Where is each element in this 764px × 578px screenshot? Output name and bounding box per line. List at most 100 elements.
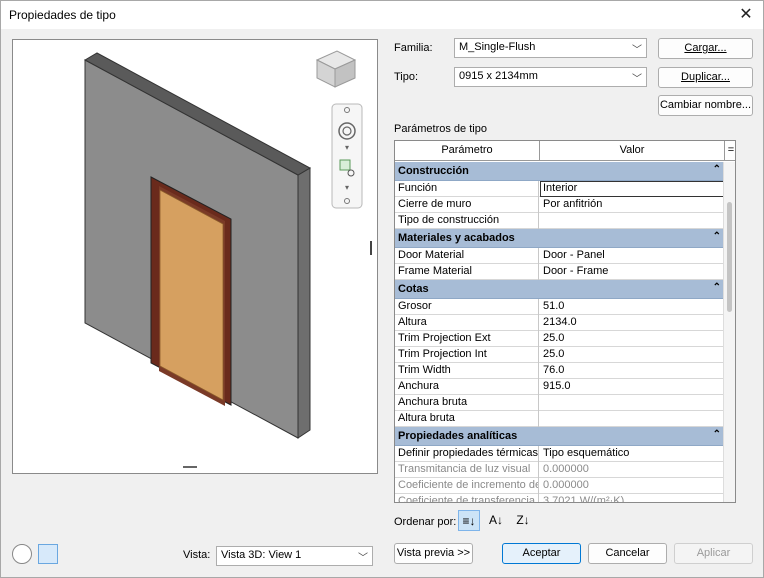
grid-row[interactable]: Anchura 915.0 bbox=[395, 379, 724, 395]
param-value-cell[interactable]: 3.7021 W/(m²·K) bbox=[540, 494, 724, 502]
param-name-cell: Grosor bbox=[395, 299, 539, 315]
type-parameters-label: Parámetros de tipo bbox=[394, 123, 487, 135]
sort-ascending-icon[interactable]: A↓ bbox=[485, 510, 507, 531]
param-value-cell[interactable]: 25.0 bbox=[540, 331, 724, 347]
param-name-cell: Door Material bbox=[395, 248, 539, 264]
param-value-cell[interactable] bbox=[540, 395, 724, 411]
param-name-cell: Trim Projection Int bbox=[395, 347, 539, 363]
group-name: Propiedades analíticas bbox=[398, 430, 518, 442]
param-name-cell: Coeficiente de incremento de bbox=[395, 478, 539, 494]
param-value-cell[interactable]: Interior bbox=[540, 181, 724, 197]
grid-scrollbar[interactable] bbox=[723, 162, 735, 502]
apply-button[interactable]: Aplicar bbox=[674, 543, 753, 564]
duplicate-button[interactable]: Duplicar... bbox=[658, 67, 753, 88]
3d-view-icon[interactable] bbox=[38, 544, 58, 564]
sort-label: Ordenar por: bbox=[394, 516, 457, 528]
grid-row[interactable]: Cierre de muro Por anfitrión bbox=[395, 197, 724, 213]
grid-row[interactable]: Altura bruta bbox=[395, 411, 724, 427]
param-name-cell: Coeficiente de transferencia d bbox=[395, 494, 539, 502]
type-dropdown[interactable]: 0915 x 2134mm ﹀ bbox=[454, 67, 647, 87]
param-name-cell: Cierre de muro bbox=[395, 197, 539, 213]
grid-row[interactable]: Altura 2134.0 bbox=[395, 315, 724, 331]
param-value-cell[interactable]: Tipo esquemático bbox=[540, 446, 724, 462]
close-icon[interactable]: ✕ bbox=[735, 4, 757, 26]
viewcube-icon[interactable] bbox=[315, 50, 357, 88]
param-name-cell: Anchura bruta bbox=[395, 395, 539, 411]
param-value-cell[interactable]: Door - Panel bbox=[540, 248, 724, 264]
title-bar: Propiedades de tipo ✕ bbox=[1, 1, 763, 29]
grid-row[interactable]: Coeficiente de transferencia d 3.7021 W/(… bbox=[395, 494, 724, 502]
param-value-cell[interactable]: 76.0 bbox=[540, 363, 724, 379]
load-button[interactable]: Cargar... bbox=[658, 38, 753, 59]
column-header-parameter[interactable]: Parámetro bbox=[395, 141, 540, 161]
grid-group-row[interactable]: Cotas ⌃ bbox=[395, 280, 724, 299]
grid-row[interactable]: Coeficiente de incremento de 0.000000 bbox=[395, 478, 724, 494]
param-value-cell[interactable]: 915.0 bbox=[540, 379, 724, 395]
grid-row[interactable]: Función Interior bbox=[395, 181, 724, 197]
param-value-cell[interactable]: 0.000000 bbox=[540, 462, 724, 478]
chevron-down-icon: ﹀ bbox=[632, 45, 642, 56]
type-properties-dialog: Propiedades de tipo ✕ ▾ ▾ Familia: M_Sin… bbox=[0, 0, 764, 578]
grid-row[interactable]: Trim Projection Int 25.0 bbox=[395, 347, 724, 363]
grid-row[interactable]: Frame Material Door - Frame bbox=[395, 264, 724, 280]
column-header-value[interactable]: Valor bbox=[540, 141, 725, 161]
collapse-icon[interactable]: ⌃ bbox=[713, 282, 721, 293]
sort-grouped-icon[interactable]: ≡↓ bbox=[458, 510, 480, 531]
grid-row[interactable]: Trim Width 76.0 bbox=[395, 363, 724, 379]
grid-row[interactable]: Transmitancia de luz visual 0.000000 bbox=[395, 462, 724, 478]
zoom-icon bbox=[339, 159, 351, 171]
splitter-handle[interactable] bbox=[370, 241, 372, 255]
family-value: M_Single-Flush bbox=[459, 41, 536, 53]
scrollbar-thumb[interactable] bbox=[727, 202, 732, 312]
door-preview-graphic: ▾ ▾ bbox=[83, 50, 363, 468]
steering-wheel-icon[interactable] bbox=[12, 544, 32, 564]
preview-button[interactable]: Vista previa >> bbox=[394, 543, 473, 564]
param-value-cell[interactable]: 2134.0 bbox=[540, 315, 724, 331]
param-name-cell: Trim Projection Ext bbox=[395, 331, 539, 347]
type-parameters-grid[interactable]: Parámetro Valor = Construcción ⌃ Función In… bbox=[394, 140, 736, 503]
family-dropdown[interactable]: M_Single-Flush ﹀ bbox=[454, 38, 647, 58]
grid-group-row[interactable]: Construcción ⌃ bbox=[395, 162, 724, 181]
param-value-cell[interactable]: 0.000000 bbox=[540, 478, 724, 494]
navigation-bar[interactable]: ▾ ▾ bbox=[331, 103, 363, 209]
grid-row[interactable]: Trim Projection Ext 25.0 bbox=[395, 331, 724, 347]
cancel-button[interactable]: Cancelar bbox=[588, 543, 667, 564]
grid-row[interactable]: Door Material Door - Panel bbox=[395, 248, 724, 264]
collapse-icon[interactable]: ⌃ bbox=[713, 429, 721, 440]
grid-row[interactable]: Grosor 51.0 bbox=[395, 299, 724, 315]
grid-group-row[interactable]: Materiales y acabados ⌃ bbox=[395, 229, 724, 248]
svg-text:▾: ▾ bbox=[345, 183, 349, 192]
param-value-cell[interactable] bbox=[540, 213, 724, 229]
chevron-down-icon: ﹀ bbox=[358, 553, 368, 564]
param-value-cell[interactable]: Por anfitrión bbox=[540, 197, 724, 213]
collapse-icon[interactable]: ⌃ bbox=[713, 164, 721, 175]
grid-row[interactable]: Definir propiedades térmicas Tipo esquemá… bbox=[395, 446, 724, 462]
grid-group-row[interactable]: Propiedades analíticas ⌃ bbox=[395, 427, 724, 446]
param-name-cell: Definir propiedades térmicas bbox=[395, 446, 539, 462]
group-name: Cotas bbox=[398, 283, 429, 295]
view-dropdown[interactable]: Vista 3D: View 1 ﹀ bbox=[216, 546, 373, 566]
grid-row[interactable]: Tipo de construcción bbox=[395, 213, 724, 229]
param-name-cell: Frame Material bbox=[395, 264, 539, 280]
collapse-icon[interactable]: ⌃ bbox=[713, 231, 721, 242]
param-value-cell[interactable]: 25.0 bbox=[540, 347, 724, 363]
param-name-cell: Tipo de construcción bbox=[395, 213, 539, 229]
preview-viewport[interactable]: ▾ ▾ bbox=[12, 39, 378, 474]
param-name-cell: Trim Width bbox=[395, 363, 539, 379]
param-name-cell: Altura bruta bbox=[395, 411, 539, 427]
ok-button[interactable]: Aceptar bbox=[502, 543, 581, 564]
rename-button[interactable]: Cambiar nombre... bbox=[658, 95, 753, 116]
chevron-down-icon: ﹀ bbox=[632, 74, 642, 85]
type-label: Tipo: bbox=[394, 71, 419, 83]
param-value-cell[interactable]: 51.0 bbox=[540, 299, 724, 315]
view-label: Vista: bbox=[183, 549, 211, 561]
param-value-cell[interactable]: Door - Frame bbox=[540, 264, 724, 280]
param-value-cell[interactable] bbox=[540, 411, 724, 427]
column-header-formula[interactable]: = bbox=[725, 141, 735, 161]
type-value: 0915 x 2134mm bbox=[459, 70, 538, 82]
sort-descending-icon[interactable]: Z↓ bbox=[512, 510, 534, 531]
param-name-cell: Transmitancia de luz visual bbox=[395, 462, 539, 478]
param-name-cell: Altura bbox=[395, 315, 539, 331]
grid-row[interactable]: Anchura bruta bbox=[395, 395, 724, 411]
grid-header: Parámetro Valor = bbox=[395, 141, 735, 161]
